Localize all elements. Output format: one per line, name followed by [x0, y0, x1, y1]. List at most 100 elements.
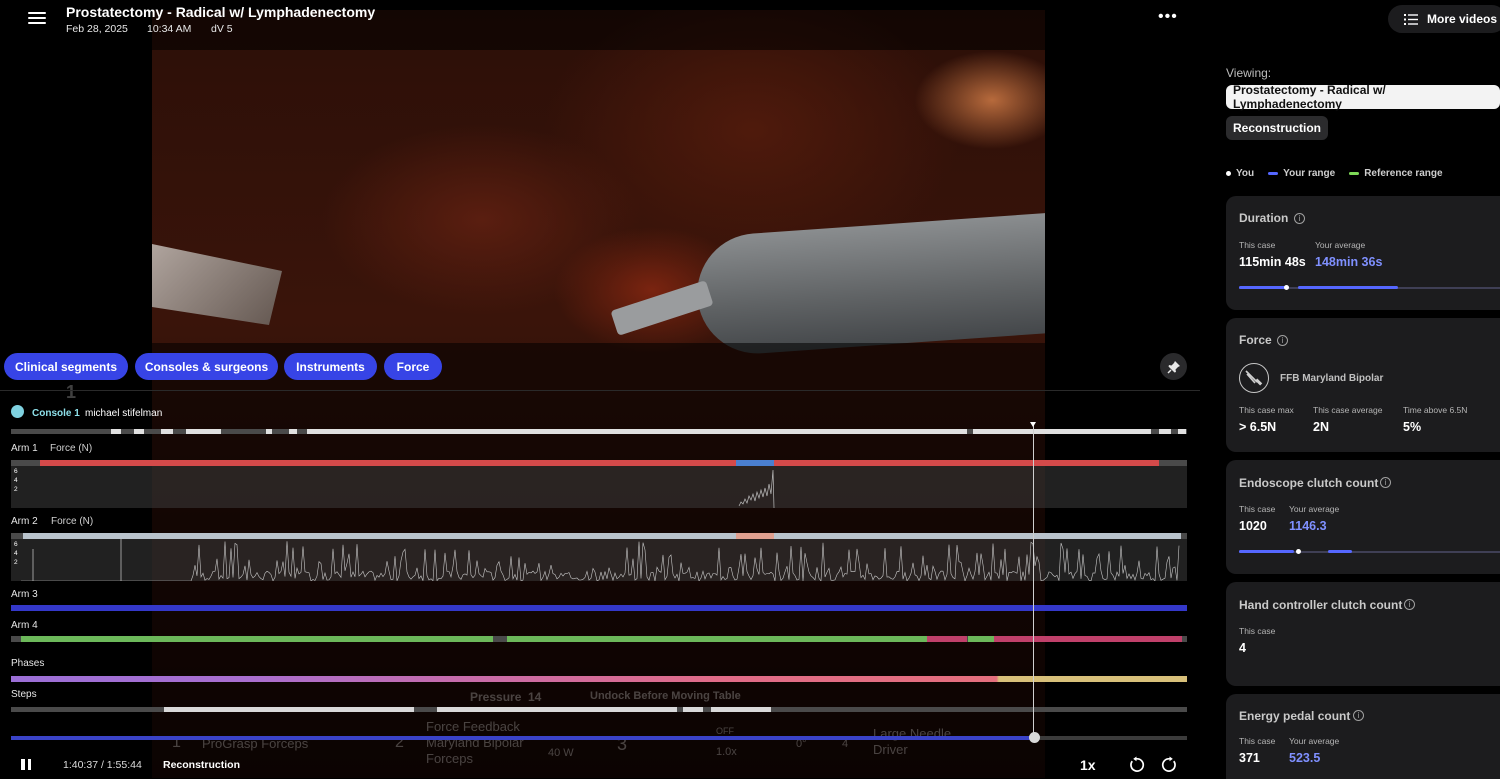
arm-1-tick-6: 6 [14, 468, 18, 475]
filter-clinical-segments[interactable]: Clinical segments [4, 353, 128, 380]
case-date: Feb 28, 2025 [66, 23, 128, 35]
arm-2-label: Arm 2 [11, 516, 38, 527]
hud-instrument-2: Force Feedback Maryland Bipolar Forceps [426, 719, 524, 767]
duration-range-segment [1239, 286, 1289, 289]
legend-reference-range: Reference range [1349, 168, 1443, 179]
duration-card[interactable]: Duration i This case 115min 48s Your ave… [1226, 196, 1500, 310]
arm-1-force-graph [11, 466, 1187, 508]
duration-range-segment [1298, 286, 1398, 289]
fast-forward-icon[interactable] [1161, 756, 1178, 773]
legend-you-dot [1226, 171, 1231, 176]
legend: You Your range Reference range [1226, 168, 1443, 179]
app-root: 1 Pressure 14 Undock Before Moving Table… [0, 0, 1500, 779]
legend-reference-range-label: Reference range [1364, 168, 1443, 179]
duration-average-label: Your average [1315, 240, 1366, 250]
hand-controller-clutch-card[interactable]: Hand controller clutch count i This case… [1226, 582, 1500, 686]
procedure-chip[interactable]: Prostatectomy - Radical w/ Lymphadenecto… [1226, 83, 1500, 111]
hand-controller-title: Hand controller clutch count [1239, 598, 1403, 612]
case-time: 10:34 AM [147, 23, 192, 35]
filter-consoles-surgeons[interactable]: Consoles & surgeons [135, 353, 278, 380]
endoscope-this-case-value: 1020 [1239, 519, 1267, 533]
legend-you-label: You [1236, 168, 1255, 179]
hud-energy-state: OFF [716, 726, 734, 736]
phases-label: Phases [11, 658, 45, 669]
hand-controller-info-icon[interactable]: i [1404, 599, 1415, 610]
energy-pedal-average-value: 523.5 [1289, 751, 1321, 765]
energy-pedal-card[interactable]: Energy pedal count i This case 371 Your … [1226, 694, 1500, 779]
filter-force[interactable]: Force [384, 353, 442, 380]
playhead-marker-icon[interactable] [1030, 422, 1036, 427]
playback-speed-button[interactable]: 1x [1080, 757, 1096, 773]
steps-bar[interactable] [11, 707, 1187, 712]
hand-controller-this-case-label: This case [1239, 626, 1276, 636]
endoscope-this-case-label: This case [1239, 504, 1276, 514]
energy-pedal-this-case-value: 371 [1239, 751, 1260, 765]
arm-1-tick-4: 4 [14, 477, 18, 484]
timeline-divider [0, 390, 1200, 391]
legend-your-range: Your range [1268, 168, 1335, 179]
playback-mode-label: Reconstruction [163, 759, 241, 771]
energy-pedal-average-label: Your average [1289, 736, 1340, 746]
pause-icon[interactable] [21, 759, 33, 771]
maryland-bipolar-instrument-icon [1239, 363, 1269, 393]
more-options-icon[interactable]: ••• [1158, 8, 1178, 26]
arm-3-instrument-bar[interactable] [11, 605, 1187, 611]
legend-your-range-label: Your range [1283, 168, 1336, 179]
hud-arm-1-number: 1 [66, 382, 77, 402]
duration-you-marker [1284, 285, 1289, 290]
timecode: 1:40:37 / 1:55:44 [63, 759, 142, 771]
legend-you: You [1226, 168, 1254, 179]
playhead-line[interactable] [1033, 424, 1034, 742]
progress-fill [11, 736, 1035, 740]
arm-1-force-label: Force (N) [50, 443, 93, 454]
arm-2-force-graph [11, 539, 1187, 581]
force-average-label: This case average [1313, 405, 1383, 415]
hud-energy-watts: 40 W [548, 747, 574, 759]
arm-1-tick-2: 2 [14, 486, 18, 493]
more-videos-button[interactable]: More videos [1388, 5, 1500, 33]
energy-pedal-title: Energy pedal count [1239, 709, 1351, 723]
page-title: Prostatectomy - Radical w/ Lymphadenecto… [66, 4, 376, 20]
system-model: dV 5 [211, 23, 233, 35]
hud-undock-message: Undock Before Moving Table [590, 690, 741, 702]
duration-this-case-label: This case [1239, 240, 1276, 250]
reconstruction-chip[interactable]: Reconstruction [1226, 116, 1329, 140]
arm-4-instrument-bar[interactable] [11, 636, 1187, 642]
hud-instrument-4-line2: Driver [873, 742, 908, 757]
list-icon [1404, 13, 1418, 25]
force-average-value: 2N [1313, 420, 1329, 434]
endoscope-range-segment [1239, 550, 1294, 553]
left-instrument [152, 244, 282, 325]
hud-instrument-4: Large Needle Driver [873, 726, 951, 758]
arm-2-force-label: Force (N) [51, 516, 94, 527]
rewind-icon[interactable] [1128, 756, 1145, 773]
force-instrument-name: FFB Maryland Bipolar [1280, 373, 1384, 384]
energy-pedal-info-icon[interactable]: i [1353, 710, 1364, 721]
endoscope-you-marker [1296, 549, 1301, 554]
force-info-icon[interactable]: i [1277, 335, 1288, 346]
duration-info-icon[interactable]: i [1294, 213, 1305, 224]
duration-this-case-value: 115min 48s [1239, 255, 1306, 269]
force-max-value: > 6.5N [1239, 420, 1277, 434]
endoscope-average-value: 1146.3 [1289, 519, 1327, 533]
phases-bar[interactable] [11, 676, 1187, 682]
filter-instruments[interactable]: Instruments [284, 353, 377, 380]
console-label: Console 1 [32, 408, 80, 419]
arm-2-tick-2: 2 [14, 559, 18, 566]
hud-instrument-2-line3: Forceps [426, 751, 473, 766]
arm-4-label: Arm 4 [11, 620, 38, 631]
arm-3-label: Arm 3 [11, 589, 38, 600]
duration-title: Duration [1239, 211, 1289, 225]
pin-button[interactable] [1160, 353, 1187, 380]
force-time-above-label: Time above 6.5N [1403, 405, 1468, 415]
endoscope-clutch-card[interactable]: Endoscope clutch count i This case 1020 … [1226, 460, 1500, 574]
surgical-video[interactable] [152, 10, 1045, 778]
endoscope-info-icon[interactable]: i [1380, 477, 1391, 488]
surgeon-name: michael stifelman [85, 408, 163, 419]
force-time-above-value: 5% [1403, 420, 1422, 434]
force-card[interactable]: Force i FFB Maryland Bipolar This case m… [1226, 318, 1500, 452]
hamburger-menu-icon[interactable] [28, 10, 46, 26]
more-videos-label: More videos [1427, 12, 1498, 26]
console-usage-bar[interactable] [11, 429, 1187, 434]
hud-instrument-2-line1: Force Feedback [426, 719, 520, 734]
